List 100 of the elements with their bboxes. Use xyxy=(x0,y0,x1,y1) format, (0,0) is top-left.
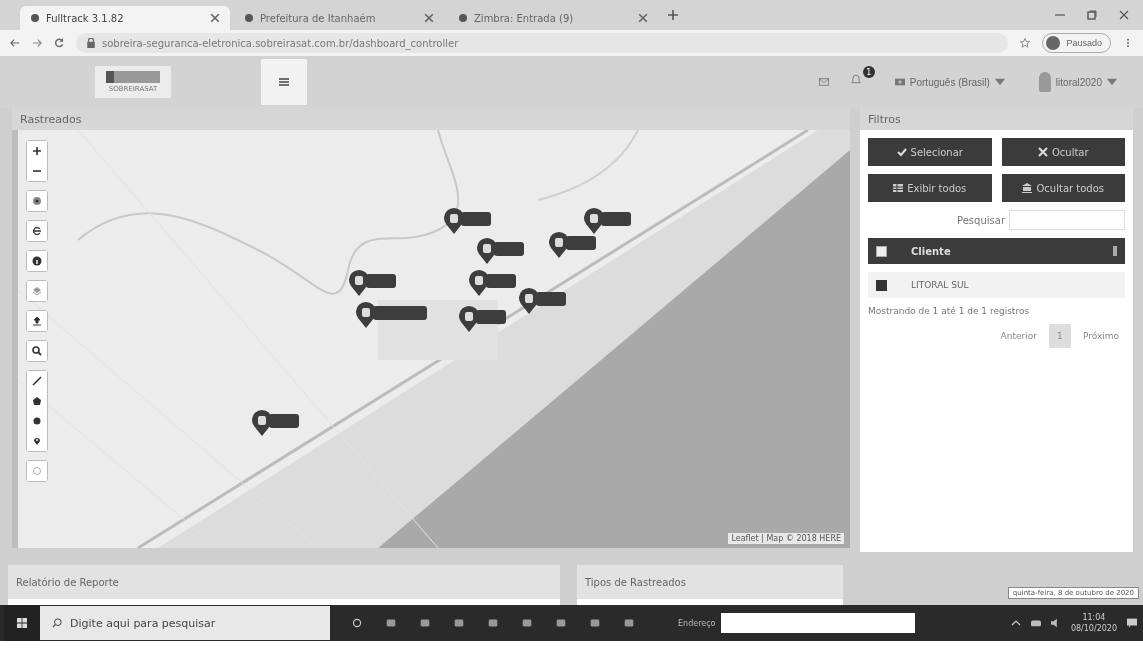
layers-icon xyxy=(32,286,42,296)
search-label: Pesquisar xyxy=(957,214,1005,226)
notification-icon xyxy=(1127,618,1137,628)
map-attribution: Leaflet | Map © 2018 HERE xyxy=(728,533,844,544)
pencil-icon xyxy=(32,376,42,386)
app-icon xyxy=(488,618,498,628)
browser-tab[interactable]: Zimbra: Entrada (9) xyxy=(448,6,658,30)
start-button[interactable] xyxy=(4,605,40,641)
profile-button[interactable]: Pausado xyxy=(1042,33,1111,53)
notification-badge: 1 xyxy=(862,66,875,78)
network-icon xyxy=(1030,618,1041,628)
menu-icon xyxy=(279,77,289,87)
browser-tab[interactable]: Fulltrack 3.1.82 xyxy=(20,6,230,30)
column-header[interactable]: Cliente xyxy=(911,245,951,257)
panel-title: Filtros xyxy=(868,112,901,126)
mail-icon xyxy=(818,77,829,87)
forward-icon xyxy=(32,38,42,48)
clock-date: 08/10/2020 xyxy=(1070,624,1117,633)
star-icon xyxy=(1020,38,1031,48)
language-menu[interactable]: Português (Brasil) xyxy=(888,75,1011,89)
task-view-icon xyxy=(386,618,396,628)
vehicle-marker[interactable] xyxy=(355,302,427,328)
vehicle-marker[interactable] xyxy=(583,208,631,234)
vehicle-marker[interactable] xyxy=(443,208,491,234)
circle-icon xyxy=(32,416,42,426)
windows-icon xyxy=(17,618,27,628)
target-button[interactable] xyxy=(27,191,47,211)
vehicle-marker[interactable] xyxy=(518,288,566,314)
back-icon xyxy=(10,38,20,48)
next-link[interactable]: Próximo xyxy=(1082,331,1119,341)
marker-icon xyxy=(32,436,42,446)
panel-title: Rastreados xyxy=(20,112,82,126)
building-icon xyxy=(1022,183,1033,193)
taskbar-clock[interactable]: 11:04 08/10/2020 xyxy=(1070,613,1117,633)
table-info: Mostrando de 1 até 1 de 1 registros xyxy=(868,306,1031,316)
checkbox[interactable] xyxy=(876,279,887,291)
sort-icon xyxy=(1113,246,1117,256)
filter-button[interactable]: Exibir todos xyxy=(868,174,992,202)
search-icon xyxy=(52,618,62,628)
polygon-icon xyxy=(32,396,42,406)
filter-button[interactable]: Ocultar todos xyxy=(1001,174,1125,202)
taskbar-search[interactable]: Digite aqui para pesquisar xyxy=(40,606,330,640)
bell-icon xyxy=(850,74,861,84)
table-row[interactable]: LITORAL SUL xyxy=(868,272,1125,298)
layers-button[interactable] xyxy=(27,281,47,301)
refresh-icon xyxy=(32,226,42,236)
flag-icon xyxy=(894,77,905,87)
user-menu[interactable]: litoral2020 xyxy=(1032,71,1123,93)
previous-link[interactable]: Anterior xyxy=(1000,331,1037,341)
close-icon xyxy=(424,13,434,23)
tab-title: Prefeitura de Itanhaém xyxy=(260,12,377,24)
address-bar[interactable]: sobreira-seguranca-eletronica.sobreirasat.com.br/dashboard_controller xyxy=(76,33,1009,53)
close-icon xyxy=(210,13,220,23)
browser-tab[interactable]: Prefeitura de Itanhaém xyxy=(234,6,444,30)
chevron-up-icon xyxy=(1010,618,1021,628)
tab-title: Fulltrack 3.1.82 xyxy=(46,12,125,24)
caret-icon xyxy=(1107,77,1117,87)
address-field[interactable] xyxy=(721,613,916,633)
close-icon xyxy=(1119,10,1129,20)
filter-button[interactable]: Ocultar xyxy=(1001,138,1125,166)
app-icon xyxy=(522,618,532,628)
vehicle-marker[interactable] xyxy=(476,238,524,264)
vehicle-marker[interactable] xyxy=(548,232,596,258)
lock-icon xyxy=(86,38,96,48)
panel-title: Tipos de Rastreados xyxy=(585,576,686,588)
app-icon xyxy=(420,618,430,628)
search-placeholder: Digite aqui para pesquisar xyxy=(70,616,216,630)
table-cell: LITORAL SUL xyxy=(911,280,969,290)
filter-button[interactable]: Selecionar xyxy=(868,138,992,166)
search-icon xyxy=(32,346,42,356)
info-button[interactable] xyxy=(27,251,47,271)
refresh-button[interactable] xyxy=(27,221,47,241)
close-icon xyxy=(1037,147,1048,157)
checkbox[interactable] xyxy=(876,245,887,257)
app-icon xyxy=(624,618,634,628)
app-icon xyxy=(454,618,464,628)
close-icon xyxy=(638,13,648,23)
favicon-icon xyxy=(30,13,40,23)
cortana-icon xyxy=(352,618,362,628)
panel-title: Relatório de Reporte xyxy=(16,576,119,588)
logo-mark xyxy=(106,71,160,83)
app-icon xyxy=(590,618,600,628)
check-icon xyxy=(896,147,907,157)
plus-icon xyxy=(668,10,678,20)
reload-icon xyxy=(54,38,64,48)
target-icon xyxy=(32,196,42,206)
address-label: Endereço xyxy=(678,618,716,628)
caret-icon xyxy=(994,77,1005,87)
menu-button[interactable] xyxy=(261,59,307,105)
vehicle-marker[interactable] xyxy=(348,270,396,296)
url-text: sobreira-seguranca-eletronica.sobreirasat.com.br/dashboard_controller xyxy=(102,37,459,49)
upload-button[interactable] xyxy=(27,311,47,331)
vehicle-marker[interactable] xyxy=(251,410,299,436)
restore-icon xyxy=(1087,10,1097,20)
clock-time: 11:04 xyxy=(1082,613,1106,622)
search-field[interactable] xyxy=(1009,210,1125,230)
search-button[interactable] xyxy=(27,341,47,361)
upload-icon xyxy=(32,316,42,326)
vehicle-marker[interactable] xyxy=(458,306,506,332)
vehicle-marker[interactable] xyxy=(468,270,516,296)
